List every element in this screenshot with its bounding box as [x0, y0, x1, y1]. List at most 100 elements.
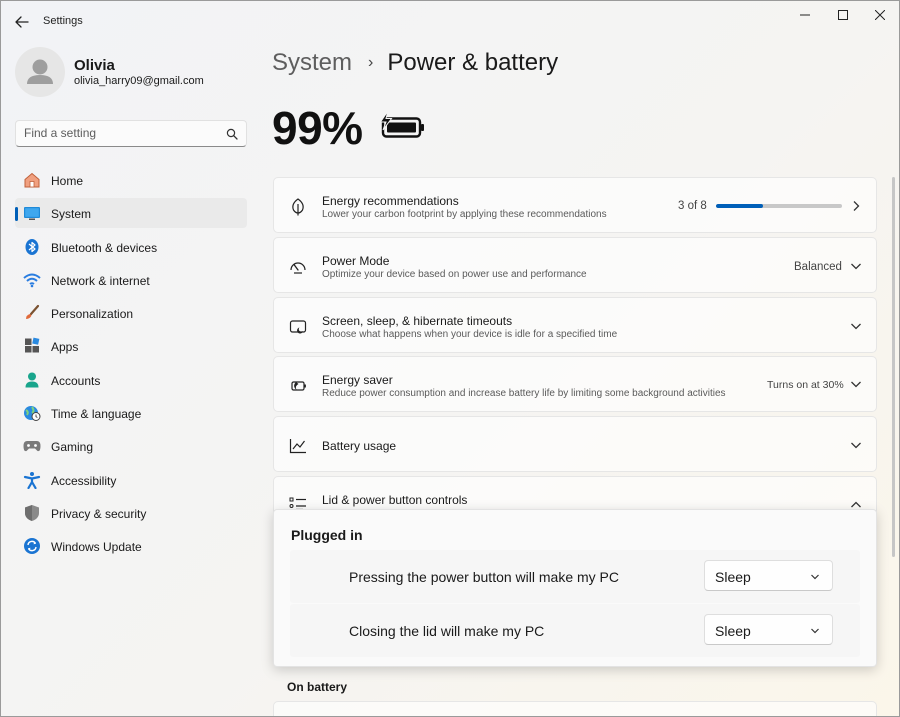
card-subtitle: Lower your carbon footprint by applying … [322, 209, 607, 220]
sidebar-item-label: Personalization [51, 307, 134, 322]
plugged-in-heading: Plugged in [291, 527, 363, 543]
search-input[interactable] [24, 126, 214, 140]
close-icon [875, 10, 885, 20]
card-title: Screen, sleep, & hibernate timeouts [322, 314, 513, 328]
on-battery-heading: On battery [287, 680, 348, 694]
sidebar-item-accessibility[interactable]: Accessibility [15, 465, 247, 495]
sidebar-item-system[interactable]: System [15, 198, 247, 229]
sidebar-item-label: Windows Update [51, 540, 142, 555]
minimize-icon [800, 14, 810, 16]
sidebar-item-gaming[interactable]: Gaming [15, 431, 247, 461]
dropdown-value: Sleep [715, 569, 751, 585]
sidebar-item-bluetooth[interactable]: Bluetooth & devices [15, 232, 247, 262]
card-title: Energy recommendations [322, 194, 459, 208]
sidebar-item-home[interactable]: Home [15, 165, 247, 195]
sidebar-item-apps[interactable]: Apps [15, 331, 247, 361]
chevron-down-icon [851, 442, 861, 449]
dropdown-value: Sleep [715, 623, 751, 639]
bluetooth-icon [23, 238, 41, 256]
recommendations-progress-bar [716, 204, 842, 208]
maximize-button[interactable] [826, 5, 860, 25]
chevron-down-icon [851, 323, 861, 330]
power-button-row: Pressing the power button will make my P… [290, 550, 860, 603]
chevron-right-icon [853, 201, 860, 211]
gamepad-icon [23, 437, 41, 455]
energy-saver-card[interactable]: Energy saver Reduce power consumption an… [273, 356, 877, 412]
active-indicator [15, 207, 18, 222]
app-title: Settings [43, 15, 83, 27]
chevron-right-icon: › [368, 54, 374, 71]
sidebar-item-label: Accessibility [51, 473, 117, 488]
row-label: Pressing the power button will make my P… [349, 569, 619, 585]
sidebar-item-label: Gaming [51, 440, 94, 455]
row-label: Closing the lid will make my PC [349, 623, 545, 639]
battery-charging-icon [379, 110, 425, 146]
sidebar-item-personalization[interactable]: Personalization [15, 298, 247, 328]
back-arrow-icon [15, 16, 29, 28]
avatar [15, 47, 65, 97]
sidebar-item-label: System [51, 207, 92, 222]
scrollbar[interactable] [892, 177, 895, 557]
sidebar-item-time-language[interactable]: Time & language [15, 398, 247, 428]
power-mode-gauge-icon [288, 257, 308, 277]
sidebar-item-label: Time & language [51, 407, 142, 422]
lid-close-dropdown[interactable]: Sleep [704, 614, 833, 645]
screen-timeout-icon [288, 317, 308, 337]
battery-usage-card[interactable]: Battery usage [273, 416, 877, 472]
sidebar-item-label: Privacy & security [51, 506, 147, 521]
accounts-icon [23, 371, 41, 389]
energy-saver-icon [288, 376, 308, 396]
card-title: Power Mode [322, 254, 390, 268]
leaf-icon [288, 197, 308, 217]
close-button[interactable] [863, 5, 897, 25]
sidebar-item-accounts[interactable]: Accounts [15, 365, 247, 395]
screen-sleep-card[interactable]: Screen, sleep, & hibernate timeouts Choo… [273, 297, 877, 353]
sidebar-item-network[interactable]: Network & internet [15, 265, 247, 295]
search-box[interactable] [15, 120, 247, 147]
breadcrumb-parent[interactable]: System [272, 49, 352, 77]
chevron-down-icon [851, 263, 861, 270]
on-battery-row [273, 701, 877, 716]
system-icon [23, 204, 41, 222]
power-mode-value: Balanced [794, 261, 842, 273]
progress-fill [716, 204, 764, 208]
search-icon[interactable] [226, 127, 238, 145]
minimize-button[interactable] [788, 5, 822, 25]
shield-icon [23, 504, 41, 522]
card-title: Energy saver [322, 373, 393, 387]
sidebar-nav: Home System Bluetooth & devices Network … [15, 165, 247, 565]
card-subtitle: Optimize your device based on power use … [322, 269, 587, 280]
lid-power-panel: Plugged in Pressing the power button wil… [273, 509, 877, 667]
recommendations-count: 3 of 8 [678, 200, 707, 212]
title-bar: Settings [1, 1, 899, 43]
battery-percentage: 99% [272, 102, 363, 154]
user-profile[interactable]: Olivia olivia_harry09@gmail.com [15, 47, 245, 99]
accessibility-icon [23, 471, 41, 489]
sidebar-item-windows-update[interactable]: Windows Update [15, 531, 247, 561]
sidebar-item-label: Home [51, 174, 84, 188]
page-title: Power & battery [387, 49, 559, 76]
sidebar-item-label: Network & internet [51, 273, 150, 288]
power-button-dropdown[interactable]: Sleep [704, 560, 833, 591]
card-subtitle: Reduce power consumption and increase ba… [322, 388, 726, 399]
back-button[interactable] [11, 12, 33, 32]
energy-saver-value: Turns on at 30% [767, 379, 844, 391]
update-icon [23, 537, 41, 555]
globe-clock-icon [23, 404, 41, 422]
chart-icon [288, 436, 308, 456]
apps-icon [23, 337, 41, 355]
sidebar-item-label: Accounts [51, 373, 101, 388]
lid-close-row: Closing the lid will make my PC Sleep [290, 604, 860, 657]
sidebar-item-label: Bluetooth & devices [51, 240, 158, 255]
energy-recommendations-card[interactable]: Energy recommendations Lower your carbon… [273, 177, 877, 233]
chevron-down-icon [811, 574, 819, 580]
brush-icon [23, 304, 41, 322]
sidebar-item-privacy[interactable]: Privacy & security [15, 498, 247, 528]
card-title: Battery usage [322, 439, 397, 453]
settings-window: Settings Olivia olivia_harry09@gmail.com [0, 0, 900, 717]
card-subtitle: Choose what happens when your device is … [322, 329, 618, 340]
power-mode-card[interactable]: Power Mode Optimize your device based on… [273, 237, 877, 293]
chevron-down-icon [851, 381, 861, 388]
breadcrumb: System › Power & battery [272, 49, 558, 77]
profile-name: Olivia [74, 57, 115, 74]
